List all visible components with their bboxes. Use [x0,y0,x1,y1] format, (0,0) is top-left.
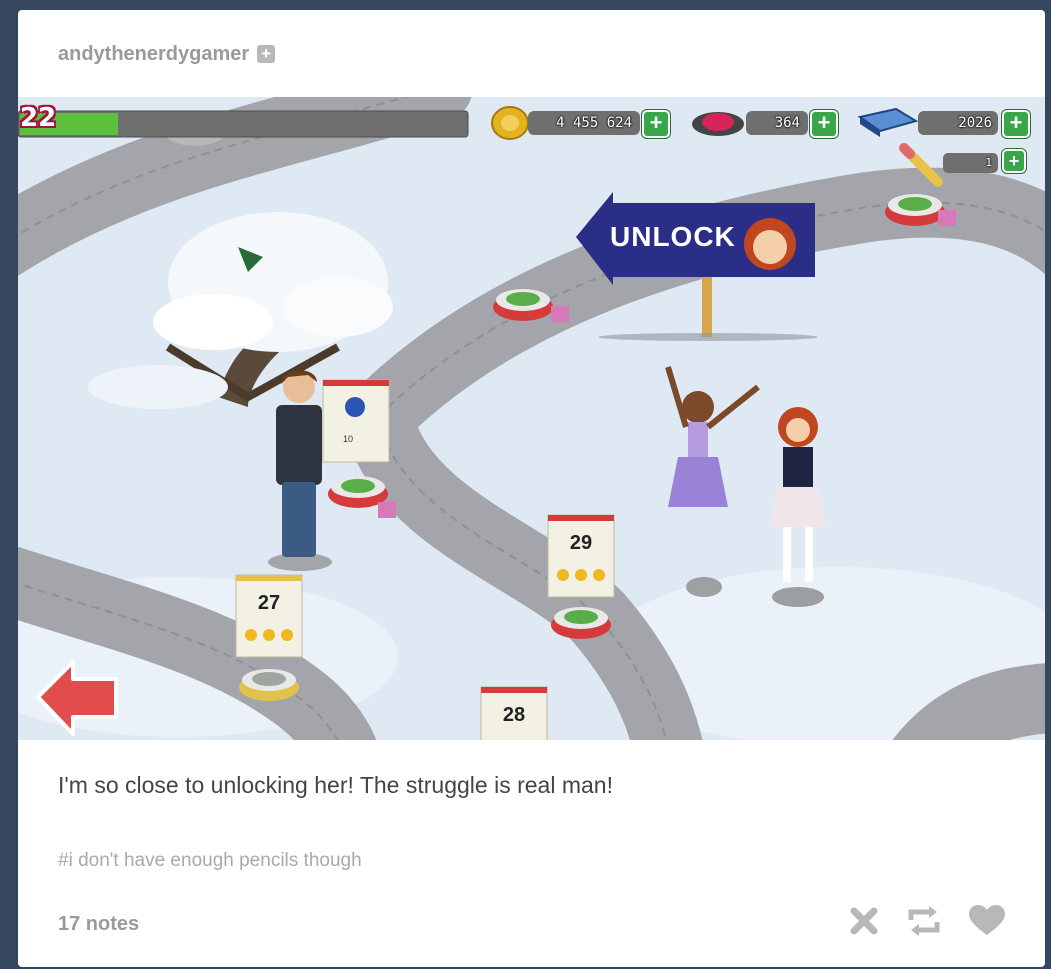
level-29-label: 29 [569,532,593,554]
close-icon[interactable] [849,906,879,941]
post-actions [849,904,1005,943]
post-header: andythenerdygamer + [58,42,276,66]
unlock-label: UNLOCK [610,221,736,252]
add-coins-button[interactable]: + [642,110,670,138]
plus-square-icon[interactable]: + [257,45,276,63]
notes-count[interactable]: 17 notes [58,913,139,936]
post-card: andythenerdygamer + 22 4 455 624 + 364 +… [18,10,1045,967]
heart-icon[interactable] [969,905,1005,942]
add-books-button[interactable]: + [1002,110,1030,138]
level-28-label: 28 [502,704,526,726]
pencil-cost: 10 [343,434,354,444]
player-level: 22 [20,103,57,133]
post-caption: I'm so close to unlocking her! The strug… [58,772,613,798]
book-count: 2026 [958,115,992,131]
game-scene [18,97,1045,740]
level-27-label: 27 [257,592,281,614]
xp-bar [18,110,469,138]
reblog-icon[interactable] [905,904,943,943]
game-screenshot: 22 4 455 624 + 364 + 2026 + 1 + UNLOCK 1… [18,97,1045,740]
add-gems-button[interactable]: + [810,110,838,138]
gem-count: 364 [774,115,800,131]
username-link[interactable]: andythenerdygamer [58,43,249,66]
post-tags[interactable]: #i don't have enough pencils though [58,850,362,872]
coin-count: 4 455 624 [556,115,632,131]
pencil-count: 1 [985,156,992,169]
add-pencils-button[interactable]: + [1002,149,1026,173]
